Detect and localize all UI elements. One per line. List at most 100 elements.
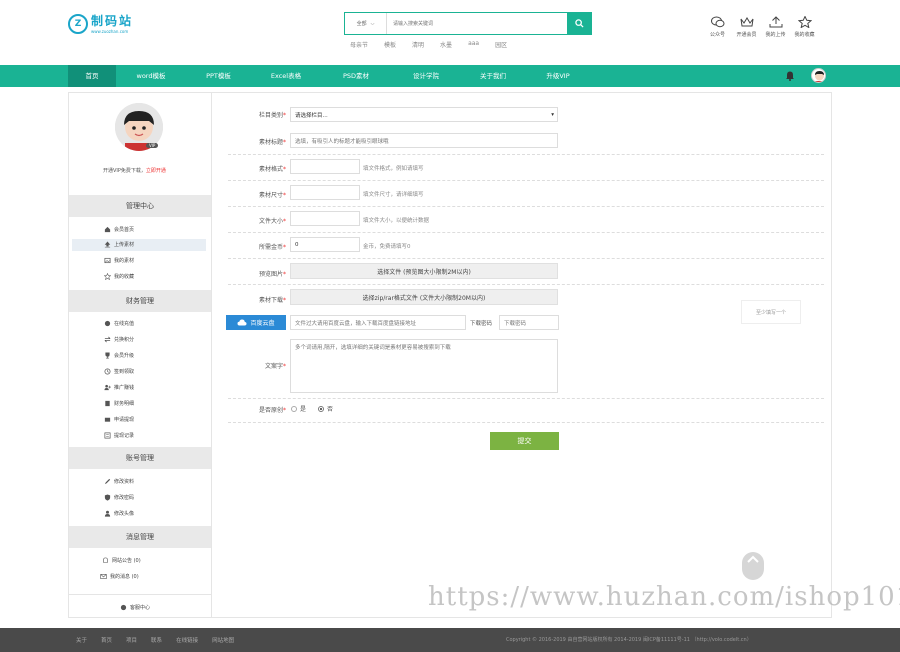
nav-user-avatar[interactable]	[811, 68, 826, 83]
sidebar-item-label: 推广赚钱	[114, 385, 135, 391]
sidebar-item-my-materials[interactable]: 我的素材	[104, 257, 134, 264]
sidebar-item-announcements[interactable]: 网站公告 (0)	[102, 557, 141, 564]
file-upload-button[interactable]: 选择zip/rar格式文件 (文件大小限制20M以内)	[290, 289, 558, 305]
sidebar-item-upload[interactable]: 上传素材	[104, 241, 134, 248]
nav-ppt[interactable]: PPT模板	[186, 65, 251, 87]
sidebar-item-label: 兑换积分	[114, 337, 135, 343]
footer-link[interactable]: 联系	[151, 636, 162, 644]
nav-home[interactable]: 首页	[68, 65, 116, 87]
preview-label-text: 预览图片	[258, 271, 283, 278]
vip-link[interactable]: 开通会员	[732, 16, 761, 38]
required-mark: *	[283, 244, 286, 251]
format-input[interactable]	[290, 159, 360, 174]
my-upload-link[interactable]: 我的上传	[761, 16, 790, 38]
vip-promo: 开通VIP免费下载，立即开通	[103, 167, 166, 174]
customer-service-link[interactable]: 客服中心	[120, 604, 150, 611]
preview-upload-button[interactable]: 选择文件 (预览图大小限制2M以内)	[290, 263, 558, 279]
coins-input[interactable]: 0	[290, 237, 360, 252]
footer-link[interactable]: 项目	[126, 636, 137, 644]
search-category-label: 全部	[356, 21, 367, 27]
hot-keyword[interactable]: 模板	[384, 40, 396, 49]
desc-textarea[interactable]: 多个词请用,隔开，选填详细的关键词是素材更容易被搜索到下载	[290, 339, 558, 393]
category-select[interactable]: 请选择栏目... ▾	[290, 107, 558, 122]
radio-checked-icon	[318, 405, 324, 412]
sidebar-item-member-home[interactable]: 会员首页	[104, 226, 134, 233]
required-mark: *	[283, 112, 286, 119]
wechat-link[interactable]: 公众号	[703, 16, 732, 38]
sidebar-item-exchange[interactable]: 兑换积分	[104, 336, 134, 343]
shield-icon	[104, 494, 111, 501]
required-mark: *	[283, 192, 286, 199]
filesize-input[interactable]	[290, 211, 360, 226]
baidu-link-input[interactable]: 文件过大请用百度云盘，输入下载百度盘链接地址	[290, 315, 466, 330]
sidebar-item-label: 会员升级	[114, 353, 135, 359]
chevron-down-icon: ⌵	[370, 20, 375, 27]
sidebar-item-promote[interactable]: 推广赚钱	[104, 384, 134, 391]
format-label: 素材格式*	[226, 164, 286, 173]
sidebar-item-label: 修改资料	[114, 479, 135, 485]
footer-link[interactable]: 网站地图	[212, 636, 234, 644]
bell-icon[interactable]	[785, 70, 795, 81]
watermark: https://www.huzhan.com/ishop1012	[428, 582, 900, 612]
radio-unchecked-icon	[291, 405, 297, 412]
my-favorites-link[interactable]: 我的收藏	[790, 16, 819, 38]
hot-keyword[interactable]: 园区	[495, 40, 507, 49]
sidebar-item-edit-avatar[interactable]: 修改头像	[104, 510, 134, 517]
coins-label-text: 所需金币	[258, 244, 283, 251]
hot-keyword[interactable]: 水墨	[440, 40, 452, 49]
format-hint: 填文件格式，例如请填写	[363, 166, 424, 172]
baidu-pan-button[interactable]: 百度云盘	[226, 315, 286, 330]
original-no-radio[interactable]: 否	[318, 404, 333, 413]
required-mark: *	[283, 139, 286, 146]
row-divider	[228, 206, 824, 207]
nav-psd[interactable]: PSD素材	[321, 65, 391, 87]
search-button[interactable]	[567, 13, 591, 34]
hot-keyword[interactable]: aaa	[468, 40, 479, 49]
sidebar-item-withdraw-log[interactable]: 提现记录	[104, 432, 134, 439]
hot-keyword[interactable]: 清明	[412, 40, 424, 49]
sidebar-item-recharge[interactable]: 在线充值	[104, 320, 134, 327]
submit-button[interactable]: 提交	[490, 432, 559, 450]
download-code-input[interactable]: 下载密码	[499, 315, 559, 330]
nav-about[interactable]: 关于我们	[461, 65, 525, 87]
title-placeholder: 选填，有吸引人的标题才能吸引眼球哦	[295, 138, 389, 145]
sidebar-item-edit-password[interactable]: 修改密码	[104, 494, 134, 501]
hot-keyword[interactable]: 母亲节	[350, 40, 368, 49]
footer-link[interactable]: 关于	[76, 636, 87, 644]
nav-word[interactable]: word模板	[116, 65, 186, 87]
original-label: 是否原创*	[226, 405, 286, 414]
footer-link[interactable]: 首页	[101, 636, 112, 644]
vip-badge: VIP	[146, 143, 159, 148]
sidebar-item-finance-detail[interactable]: 财务明细	[104, 400, 134, 407]
top-quick-links: 公众号 开通会员 我的上传 我的收藏	[703, 16, 819, 38]
side-hint-text: 至少填写一个	[755, 309, 786, 316]
site-logo[interactable]: Z 制码站 www.zuozhan.com	[68, 14, 133, 34]
wallet-icon	[104, 417, 111, 422]
title-input[interactable]: 选填，有吸引人的标题才能吸引眼球哦	[290, 133, 558, 148]
sidebar-item-edit-profile[interactable]: 修改资料	[104, 478, 134, 485]
required-mark: *	[283, 166, 286, 173]
customer-service-label: 客服中心	[130, 605, 151, 611]
sidebar-item-my-messages[interactable]: 我的消息 (0)	[100, 573, 139, 580]
sidebar-item-checkin[interactable]: 签到领取	[104, 368, 134, 375]
sidebar-item-upgrade[interactable]: 会员升级	[104, 352, 134, 359]
nav-upgrade-vip[interactable]: 升级VIP	[525, 65, 591, 87]
home-icon	[104, 226, 111, 233]
search-input[interactable]	[387, 13, 567, 34]
chevron-up-icon	[747, 555, 759, 563]
coins-label: 所需金币*	[226, 242, 286, 251]
section-head-messages: 消息管理	[69, 526, 211, 548]
search-category-select[interactable]: 全部 ⌵	[345, 13, 387, 34]
size-input[interactable]	[290, 185, 360, 200]
sidebar-item-favorites[interactable]: 我的收藏	[104, 273, 134, 280]
footer-link[interactable]: 在线链接	[176, 636, 198, 644]
sidebar-item-withdraw[interactable]: 申请提现	[104, 416, 134, 423]
back-to-top-button[interactable]	[742, 552, 764, 580]
nav-design-school[interactable]: 设计学院	[391, 65, 461, 87]
original-yes-radio[interactable]: 是	[291, 404, 306, 413]
nav-excel[interactable]: Excel表格	[251, 65, 321, 87]
doc-icon	[105, 400, 110, 407]
vip-open-link[interactable]: 立即开通	[146, 168, 166, 174]
required-mark: *	[283, 271, 286, 278]
coins-value: 0	[295, 241, 299, 248]
